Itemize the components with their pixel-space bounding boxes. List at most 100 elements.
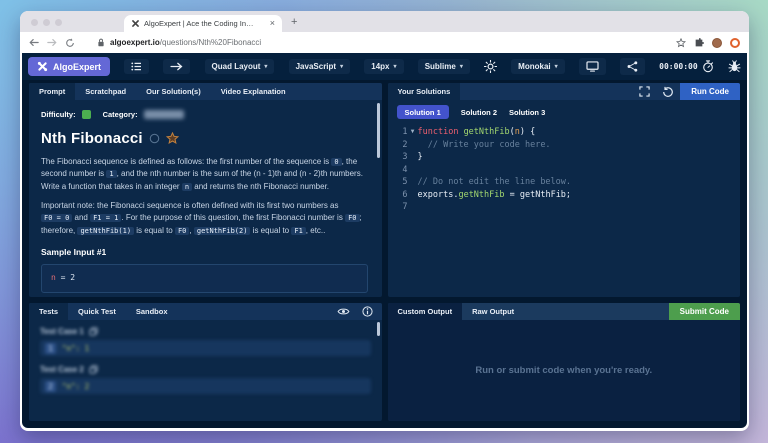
minimize-window-icon[interactable]: [43, 19, 50, 26]
chevron-down-icon: ▾: [459, 64, 463, 70]
prompt-tab-bar: Prompt Scratchpad Our Solution(s) Video …: [29, 83, 382, 100]
fold-gutter: [408, 201, 418, 214]
inline-code: 1: [106, 170, 117, 179]
info-icon[interactable]: [356, 303, 382, 320]
tab-your-solutions[interactable]: Your Solutions: [387, 83, 461, 100]
keybinding-dropdown-value: Sublime: [424, 62, 456, 71]
line-number: 6: [402, 189, 408, 200]
prompt-scrollbar[interactable]: [376, 103, 380, 158]
presentation-button[interactable]: [578, 58, 606, 75]
tab-solution-2[interactable]: Solution 2: [461, 108, 497, 117]
brightness-toggle[interactable]: [484, 60, 497, 73]
category-value-blurred: [143, 110, 184, 120]
tab-sandbox[interactable]: Sandbox: [126, 303, 178, 320]
prompt-content: Difficulty: Category: Nth Fibonacci The …: [29, 100, 382, 297]
url-text: algoexpert.io/questions/Nth%20Fibonacci: [110, 38, 262, 47]
tab-scratchpad[interactable]: Scratchpad: [75, 83, 136, 100]
chevron-down-icon: ▾: [554, 64, 558, 70]
code-editor[interactable]: 1 ▼ function getNthFib(n) {2 // Write your…: [388, 123, 741, 297]
tab-prompt[interactable]: Prompt: [29, 83, 76, 100]
run-code-button[interactable]: Run Code: [680, 83, 740, 100]
back-icon[interactable]: [29, 38, 39, 47]
browser-tab[interactable]: AlgoExpert | Ace the Coding In… ×: [124, 15, 282, 32]
fold-gutter: [408, 189, 418, 202]
copy-icon[interactable]: [89, 327, 98, 336]
window-controls[interactable]: [31, 19, 62, 26]
brand-button[interactable]: AlgoExpert: [28, 57, 111, 76]
eye-icon[interactable]: [331, 303, 356, 320]
question-meta: Difficulty: Category:: [41, 109, 368, 121]
prompt-panel: Prompt Scratchpad Our Solution(s) Video …: [29, 83, 382, 297]
tab-quick-test[interactable]: Quick Test: [68, 303, 126, 320]
tab-our-solutions[interactable]: Our Solution(s): [136, 83, 211, 100]
submit-code-button[interactable]: Submit Code: [668, 303, 740, 320]
copy-icon[interactable]: [89, 365, 98, 374]
extensions-icon[interactable]: [694, 37, 704, 48]
forward-icon[interactable]: [47, 38, 57, 47]
inline-code: F0: [174, 226, 190, 235]
line-number: 2: [402, 139, 408, 150]
fontsize-dropdown[interactable]: 14px ▾: [364, 59, 404, 74]
test-case-row[interactable]: 2 "n": 2: [40, 378, 371, 394]
chevron-down-icon: ▾: [340, 64, 344, 70]
output-tab-bar: Custom Output Raw Output Submit Code: [387, 303, 740, 320]
star-bookmark-icon[interactable]: [165, 131, 179, 145]
browser-profile-icon[interactable]: [730, 37, 740, 48]
reload-icon[interactable]: [65, 37, 75, 48]
test-case-row[interactable]: 1 "n": 1: [40, 340, 371, 356]
page-title: Nth Fibonacci: [41, 129, 143, 147]
tab-video-explanation[interactable]: Video Explanation: [211, 83, 296, 100]
profile-avatar[interactable]: [712, 37, 722, 48]
fold-gutter: [408, 164, 418, 177]
tab-raw-output[interactable]: Raw Output: [462, 303, 524, 320]
monitor-icon: [586, 61, 599, 72]
fullscreen-icon[interactable]: [633, 83, 656, 100]
tests-content: Test Case 1 1 "n": 1 Test Case 2 2 "n": 2: [29, 320, 382, 421]
timer-widget[interactable]: 00:00:00: [659, 60, 714, 73]
sample-input-box: n = 2: [41, 264, 368, 293]
favicon-icon: [131, 19, 140, 28]
inline-code: F0: [345, 214, 360, 223]
question-list-button[interactable]: [124, 59, 150, 74]
tab-tests[interactable]: Tests: [29, 303, 69, 320]
code-line: 7: [388, 201, 741, 214]
solutions-tab-bar: Your Solutions Run Code: [387, 83, 740, 100]
tab-custom-output[interactable]: Custom Output: [387, 303, 463, 320]
theme-dropdown[interactable]: Monokai ▾: [511, 59, 565, 74]
fold-arrow-icon[interactable]: ▼: [408, 126, 418, 139]
address-bar-actions: [676, 37, 740, 48]
app-toolbar: AlgoExpert Quad Layout ▾ JavaScript ▾ 14…: [22, 53, 747, 80]
difficulty-label: Difficulty:: [41, 110, 76, 119]
tab-solution-1[interactable]: Solution 1: [396, 105, 449, 119]
language-dropdown[interactable]: JavaScript ▾: [288, 59, 351, 74]
keybinding-dropdown[interactable]: Sublime ▾: [417, 59, 470, 74]
bookmark-star-icon[interactable]: [676, 37, 686, 48]
share-button[interactable]: [619, 58, 645, 75]
lock-icon: [97, 38, 105, 47]
close-tab-icon[interactable]: ×: [270, 19, 275, 28]
maximize-window-icon[interactable]: [55, 19, 62, 26]
tests-tab-bar: Tests Quick Test Sandbox: [29, 303, 382, 320]
code-line: 6 exports.getNthFib = getNthFib;: [388, 189, 741, 202]
url-field[interactable]: algoexpert.io/questions/Nth%20Fibonacci: [83, 38, 668, 47]
difficulty-badge: [81, 110, 91, 120]
output-content: Run or submit code when you're ready.: [387, 320, 740, 421]
layout-dropdown[interactable]: Quad Layout ▾: [204, 59, 275, 74]
next-question-button[interactable]: [163, 59, 191, 74]
tab-title: AlgoExpert | Ace the Coding In…: [144, 19, 254, 28]
close-window-icon[interactable]: [31, 19, 38, 26]
tests-scrollbar[interactable]: [376, 322, 380, 336]
new-tab-button[interactable]: +: [291, 16, 297, 28]
inline-code: F0 = 0: [41, 214, 73, 223]
line-number: 1: [402, 127, 408, 137]
circle-status-icon[interactable]: [149, 133, 160, 144]
line-number: 3: [402, 152, 408, 162]
question-title-row: Nth Fibonacci: [41, 127, 368, 150]
reset-code-icon[interactable]: [656, 83, 680, 100]
tab-solution-3[interactable]: Solution 3: [509, 108, 545, 117]
report-bug-button[interactable]: [728, 60, 741, 73]
code-text: // Do not edit the line below.: [417, 177, 572, 187]
browser-tab-strip: AlgoExpert | Ace the Coding In… × +: [20, 11, 749, 32]
